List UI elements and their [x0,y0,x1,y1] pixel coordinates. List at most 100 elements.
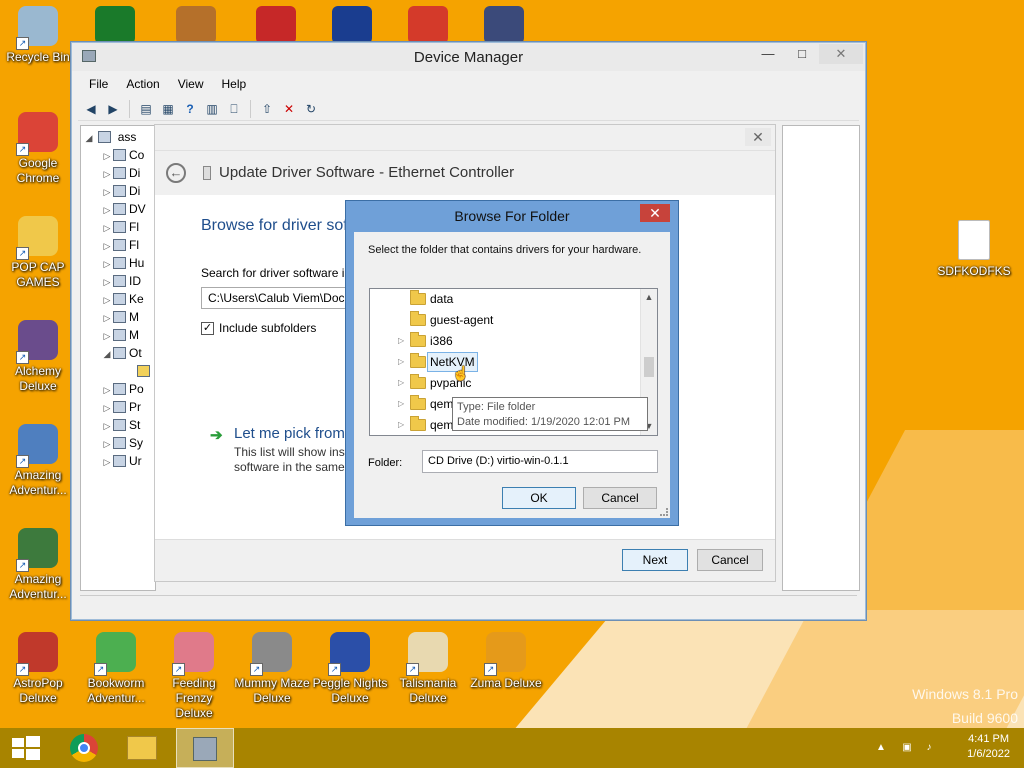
device-category-row[interactable]: ▷ Po [101,380,144,398]
wizard-titlebar[interactable]: ✕ [155,125,775,151]
tree-root[interactable]: ◢ ass [83,128,137,147]
expand-arrow-icon[interactable]: ▷ [398,415,404,435]
device-category-row[interactable]: ▷ Fl [101,236,139,254]
device-category-row[interactable]: ▷ Ur [101,452,142,470]
back-arrow-icon[interactable]: ◀ [82,100,100,118]
expand-arrow-icon[interactable]: ▷ [101,273,113,291]
folder-row[interactable]: ▷ NetKVM [370,352,640,372]
taskbar-device-manager-button[interactable] [176,728,234,768]
expand-arrow-icon[interactable]: ▷ [101,417,113,435]
expand-arrow-icon[interactable]: ▷ [101,453,113,471]
desktop-file-icon-sdfkodfks[interactable]: SDFKODFKS [936,220,1012,279]
menu-view[interactable]: View [169,73,213,95]
device-category-row[interactable]: ▷ St [101,416,141,435]
expand-arrow-icon[interactable]: ▷ [398,394,404,414]
device-category-row[interactable]: ▷ Ke [101,290,144,308]
folder-row[interactable]: ▷ i386 [370,331,640,351]
expand-arrow-icon[interactable]: ▷ [101,237,113,255]
show-hide-console-tree-icon[interactable]: ▤ [137,100,155,118]
minimize-button[interactable]: — [751,44,785,64]
pick-from-list-heading[interactable]: Let me pick from [234,425,345,442]
folder-row[interactable]: data [370,289,640,309]
desktop-shortcut-amazing-adventures-2[interactable]: ↗ Amazing Adventur... [0,528,76,602]
properties-icon[interactable]: ▦ [159,100,177,118]
peggle-icon[interactable] [408,6,448,44]
expand-arrow-icon[interactable]: ▷ [101,399,113,417]
desktop-shortcut-google-chrome[interactable]: ↗ Google Chrome [0,112,76,186]
next-button[interactable]: Next [622,549,688,571]
desktop-shortcut-recycle-bin[interactable]: ↗ Recycle Bin [0,6,76,65]
desktop-shortcut-feeding-frenzy[interactable]: ↗ Feeding Frenzy Deluxe [156,632,232,721]
browse-dialog-close-button[interactable]: ✕ [640,204,670,222]
resize-grip-icon[interactable] [660,508,668,516]
expand-arrow-icon[interactable]: ▷ [101,165,113,183]
expand-arrow-icon[interactable]: ▷ [101,309,113,327]
browse-dialog-title[interactable]: Browse For Folder [346,201,678,231]
expand-arrow-icon[interactable]: ▷ [101,381,113,399]
device-manager-titlebar[interactable]: Device Manager — □ ✕ [72,43,865,71]
desktop-shortcut-peggle-nights[interactable]: ↗ Peggle Nights Deluxe [312,632,388,706]
expand-arrow-icon[interactable]: ▷ [101,219,113,237]
maximize-button[interactable]: □ [785,44,819,64]
show-hidden-icons-icon[interactable]: ▲ [874,742,888,754]
start-button[interactable] [0,728,52,768]
collapse-arrow-icon[interactable]: ◢ [83,129,95,147]
folder-row[interactable]: ▷ pvpanic [370,373,640,393]
clock[interactable]: 4:41 PM 1/6/2022 [967,732,1010,762]
menu-help[interactable]: Help [213,73,256,95]
desktop-shortcut-zuma-deluxe[interactable]: ↗ Zuma Deluxe [468,632,544,691]
device-category-row[interactable]: ▷ M [101,308,139,326]
desktop-shortcut-pop-cap-games[interactable]: ↗ POP CAP GAMES [0,216,76,290]
taskbar-file-explorer-button[interactable] [116,728,168,768]
device-category-row[interactable]: ▷ DV [101,200,146,218]
wizard-close-button[interactable]: ✕ [745,128,771,146]
device-category-row[interactable]: ▷ Hu [101,254,145,272]
radiation-game-icon[interactable] [95,6,135,44]
expand-arrow-icon[interactable]: ▷ [398,373,404,393]
gnome-game-icon[interactable] [256,6,296,44]
collapse-arrow-icon[interactable]: ◢ [101,345,113,363]
desktop-shortcut-talismania[interactable]: ↗ Talismania Deluxe [390,632,466,706]
menu-action[interactable]: Action [117,73,168,95]
expand-arrow-icon[interactable]: ▷ [101,291,113,309]
wizard-game-icon[interactable] [484,6,524,44]
device-tree[interactable]: ◢ ass ▷ Co ▷ Di ▷ Di ▷ DV ▷ Fl ▷ Fl ▷ Hu ▷ ID ▷ Ke ▷ M ▷ M ◢ Ot… [80,125,156,591]
device-category-row[interactable]: ▷ Di [101,182,141,201]
expand-arrow-icon[interactable]: ▷ [101,327,113,345]
action-pane-icon[interactable]: ▥ [203,100,221,118]
device-category-row[interactable]: ▷ M [101,326,139,344]
device-category-row[interactable]: ◢ Ot [101,344,142,362]
bookworm-book-icon[interactable] [176,6,216,44]
expand-arrow-icon[interactable]: ▷ [398,352,404,372]
back-arrow-icon[interactable]: ← [166,163,186,183]
desktop-shortcut-bookworm-adventures[interactable]: ↗ Bookworm Adventur... [78,632,154,706]
menu-file[interactable]: File [80,73,117,95]
expand-arrow-icon[interactable]: ▷ [101,201,113,219]
expand-arrow-icon[interactable]: ▷ [101,147,113,165]
volume-muted-icon[interactable]: ♪ [922,742,936,754]
scan-hardware-icon[interactable]: ⎕ [225,100,243,118]
uninstall-device-icon[interactable]: ✕ [280,100,298,118]
scroll-up-icon[interactable]: ▲ [641,289,657,306]
device-category-row[interactable]: ▷ ID [101,272,141,290]
desktop-shortcut-amazing-adventures[interactable]: ↗ Amazing Adventur... [0,424,76,498]
desktop-shortcut-alchemy-deluxe[interactable]: ↗ Alchemy Deluxe [0,320,76,394]
help-icon[interactable]: ? [181,100,199,118]
update-driver-icon[interactable]: ⇧ [258,100,276,118]
expand-arrow-icon[interactable]: ▷ [101,435,113,453]
folder-field[interactable]: CD Drive (D:) virtio-win-0.1.1 [422,450,658,473]
wizard-cancel-button[interactable]: Cancel [697,549,763,571]
disable-device-icon[interactable]: ↻ [302,100,320,118]
scroll-thumb[interactable] [644,357,654,377]
checkbox-checked-icon[interactable]: ✓ [201,321,214,335]
ok-button[interactable]: OK [502,487,576,509]
include-subfolders-checkbox[interactable]: ✓ Include subfolders [201,321,316,335]
device-category-row[interactable]: ▷ Di [101,164,141,183]
desktop-shortcut-mummy-maze[interactable]: ↗ Mummy Maze Deluxe [234,632,310,706]
device-category-row[interactable]: ▷ Sy [101,434,143,452]
close-button[interactable]: ✕ [819,44,863,64]
device-category-row[interactable]: ▷ Pr [101,398,141,416]
expand-arrow-icon[interactable]: ▷ [398,331,404,351]
network-icon[interactable]: ▣ [900,742,914,754]
expand-arrow-icon[interactable]: ▷ [101,183,113,201]
